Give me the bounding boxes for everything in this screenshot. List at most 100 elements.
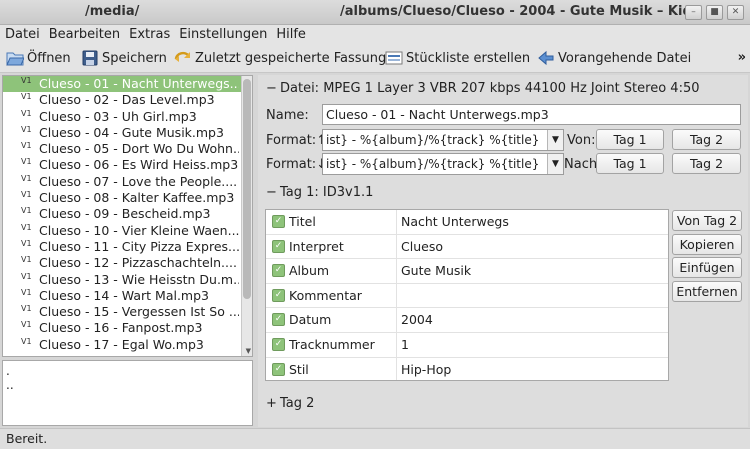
collapse-tag1-icon[interactable]: − (266, 185, 277, 200)
tag-v1-icon: V1 (21, 287, 32, 297)
table-row[interactable]: ✓ Stil Hip-Hop (266, 357, 668, 380)
tag-v1-icon: V1 (21, 190, 32, 200)
chevron-down-icon[interactable]: ▼ (547, 130, 563, 150)
file-row[interactable]: V1 Clueso - 12 - Pizzaschachteln.... (3, 255, 252, 271)
open-button[interactable]: Öffnen (6, 49, 71, 67)
file-row[interactable]: V1 Clueso - 15 - Vergessen Ist So ... (3, 304, 252, 320)
scrollbar-thumb[interactable] (243, 79, 251, 299)
tag-v1-icon: V1 (21, 108, 32, 118)
checkbox-checked-icon[interactable]: ✓ (272, 239, 285, 253)
menu-extras[interactable]: Extras (129, 25, 170, 45)
field-value[interactable]: 1 (401, 337, 409, 352)
checkbox-checked-icon[interactable]: ✓ (272, 313, 285, 327)
field-value[interactable]: Hip-Hop (401, 362, 451, 377)
table-row[interactable]: ✓ Album Gute Musik (266, 259, 668, 284)
tag1-table[interactable]: ✓ Titel Nacht Unterwegs ✓ Interpret Clueso… (265, 209, 669, 381)
file-row[interactable]: V1 Clueso - 09 - Bescheid.mp3 (3, 206, 252, 222)
file-row[interactable]: V1 Clueso - 16 - Fanpost.mp3 (3, 320, 252, 336)
toolbar-overflow-button[interactable]: » (738, 50, 746, 65)
save-button[interactable]: Speichern (81, 49, 167, 67)
file-row[interactable]: V1 Clueso - 01 - Nacht Unterwegs.... (3, 76, 252, 93)
field-value[interactable]: Clueso (401, 239, 443, 254)
playlist-label: Stückliste erstellen (406, 50, 531, 66)
from-label: Von: (567, 133, 596, 148)
from-tag2-button[interactable]: Tag 2 (672, 129, 741, 150)
tag-v1-icon: V1 (21, 320, 32, 330)
file-row[interactable]: V1 Clueso - 11 - City Pizza Expres... (3, 239, 252, 255)
revert-label: Zuletzt gespeicherte Fassung (195, 50, 387, 66)
file-row[interactable]: V1 Clueso - 14 - Wart Mal.mp3 (3, 288, 252, 304)
checkbox-checked-icon[interactable]: ✓ (272, 362, 285, 376)
directory-list[interactable]: . .. (2, 360, 253, 426)
revert-button[interactable]: Zuletzt gespeicherte Fassung (174, 49, 386, 67)
checkbox-checked-icon[interactable]: ✓ (272, 215, 285, 228)
file-name: Clueso - 06 - Es Wird Heiss.mp3 (39, 157, 239, 173)
file-name-input[interactable]: Clueso - 01 - Nacht Unterwegs.mp3 (322, 104, 741, 125)
menu-hilfe[interactable]: Hilfe (276, 25, 306, 45)
file-name: Clueso - 01 - Nacht Unterwegs.... (39, 76, 239, 91)
file-row[interactable]: V1 Clueso - 02 - Das Level.mp3 (3, 92, 252, 108)
chevron-down-icon[interactable]: ▼ (547, 154, 563, 174)
field-name: Kommentar (289, 287, 362, 303)
file-row[interactable]: V1 Clueso - 03 - Uh Girl.mp3 (3, 109, 252, 125)
previous-file-button[interactable]: Vorangehende Datei (537, 49, 691, 67)
to-tag1-button[interactable]: Tag 1 (596, 153, 664, 174)
file-name: Clueso - 16 - Fanpost.mp3 (39, 320, 203, 336)
table-row[interactable]: ✓ Kommentar (266, 283, 668, 309)
file-row[interactable]: V1 Clueso - 04 - Gute Musik.mp3 (3, 125, 252, 141)
format-down-combo[interactable]: ist} - %{album}/%{track} %{title} ▼ (322, 153, 564, 175)
tag-v1-icon: V1 (21, 304, 32, 314)
remove-button[interactable]: Entfernen (672, 281, 742, 302)
field-value[interactable]: Gute Musik (401, 263, 471, 278)
file-row[interactable]: V1 Clueso - 06 - Es Wird Heiss.mp3 (3, 157, 252, 173)
tag2-section-header: Tag 2 (280, 396, 315, 411)
tag-v1-icon: V1 (21, 141, 32, 151)
table-row[interactable]: ✓ Titel Nacht Unterwegs (266, 210, 668, 235)
from-tag1-button[interactable]: Tag 1 (596, 129, 664, 150)
file-row[interactable]: V1 Clueso - 10 - Vier Kleine Waen... (3, 223, 252, 239)
table-row[interactable]: ✓ Datum 2004 (266, 308, 668, 333)
file-row[interactable]: V1 Clueso - 13 - Wie Heisstn Du.m... (3, 272, 252, 288)
field-value[interactable]: 2004 (401, 312, 433, 327)
paste-button[interactable]: Einfügen (672, 257, 742, 278)
tag-v1-icon: V1 (21, 206, 32, 216)
file-name: Clueso - 11 - City Pizza Expres... (39, 238, 239, 254)
checkbox-checked-icon[interactable]: ✓ (272, 264, 285, 278)
checkbox-checked-icon[interactable]: ✓ (272, 338, 285, 351)
dir-item-parent[interactable]: .. (6, 378, 249, 392)
menu-bar: Datei Bearbeiten Extras Einstellungen Hi… (0, 25, 750, 45)
file-name: Clueso - 09 - Bescheid.mp3 (39, 206, 211, 222)
to-tag2-button[interactable]: Tag 2 (672, 153, 741, 174)
scroll-down-icon[interactable]: ▼ (246, 347, 251, 355)
close-button[interactable]: ✕ (727, 5, 744, 20)
tag-v1-icon: V1 (21, 157, 32, 167)
copy-button[interactable]: Kopieren (672, 234, 742, 255)
file-row[interactable]: V1 Clueso - 05 - Dort Wo Du Wohn... (3, 141, 252, 157)
file-list[interactable]: V1 Clueso - 01 - Nacht Unterwegs.... V1 Cl… (2, 75, 253, 357)
expand-tag2-icon[interactable]: + (266, 396, 277, 411)
minimize-button[interactable]: – (685, 5, 702, 20)
collapse-file-section-icon[interactable]: − (266, 81, 277, 96)
dir-item-current[interactable]: . (6, 364, 249, 378)
file-list-scrollbar[interactable]: ▼ (241, 76, 252, 356)
tag-v1-icon: V1 (21, 336, 32, 346)
table-row[interactable]: ✓ Tracknummer 1 (266, 333, 668, 358)
create-playlist-button[interactable]: Stückliste erstellen (385, 49, 530, 67)
file-row[interactable]: V1 Clueso - 07 - Love the People.... (3, 174, 252, 190)
table-row[interactable]: ✓ Interpret Clueso (266, 234, 668, 260)
field-value[interactable]: Nacht Unterwegs (401, 214, 509, 229)
menu-bearbeiten[interactable]: Bearbeiten (49, 25, 120, 45)
window-controls: – ■ ✕ (685, 5, 744, 20)
open-label: Öffnen (27, 50, 71, 66)
maximize-button[interactable]: ■ (706, 5, 723, 20)
file-row[interactable]: V1 Clueso - 08 - Kalter Kaffee.mp3 (3, 190, 252, 206)
name-label: Name: (266, 108, 309, 123)
menu-datei[interactable]: Datei (5, 25, 40, 45)
checkbox-checked-icon[interactable]: ✓ (272, 288, 285, 302)
field-name: Tracknummer (289, 337, 375, 352)
file-row[interactable]: V1 Clueso - 17 - Egal Wo.mp3 (3, 337, 252, 353)
format-up-combo[interactable]: ist} - %{album}/%{track} %{title} ▼ (322, 129, 564, 151)
menu-einstellungen[interactable]: Einstellungen (179, 25, 267, 45)
file-name: Clueso - 05 - Dort Wo Du Wohn... (39, 141, 239, 157)
from-tag2-copy-button[interactable]: Von Tag 2 (672, 210, 742, 231)
